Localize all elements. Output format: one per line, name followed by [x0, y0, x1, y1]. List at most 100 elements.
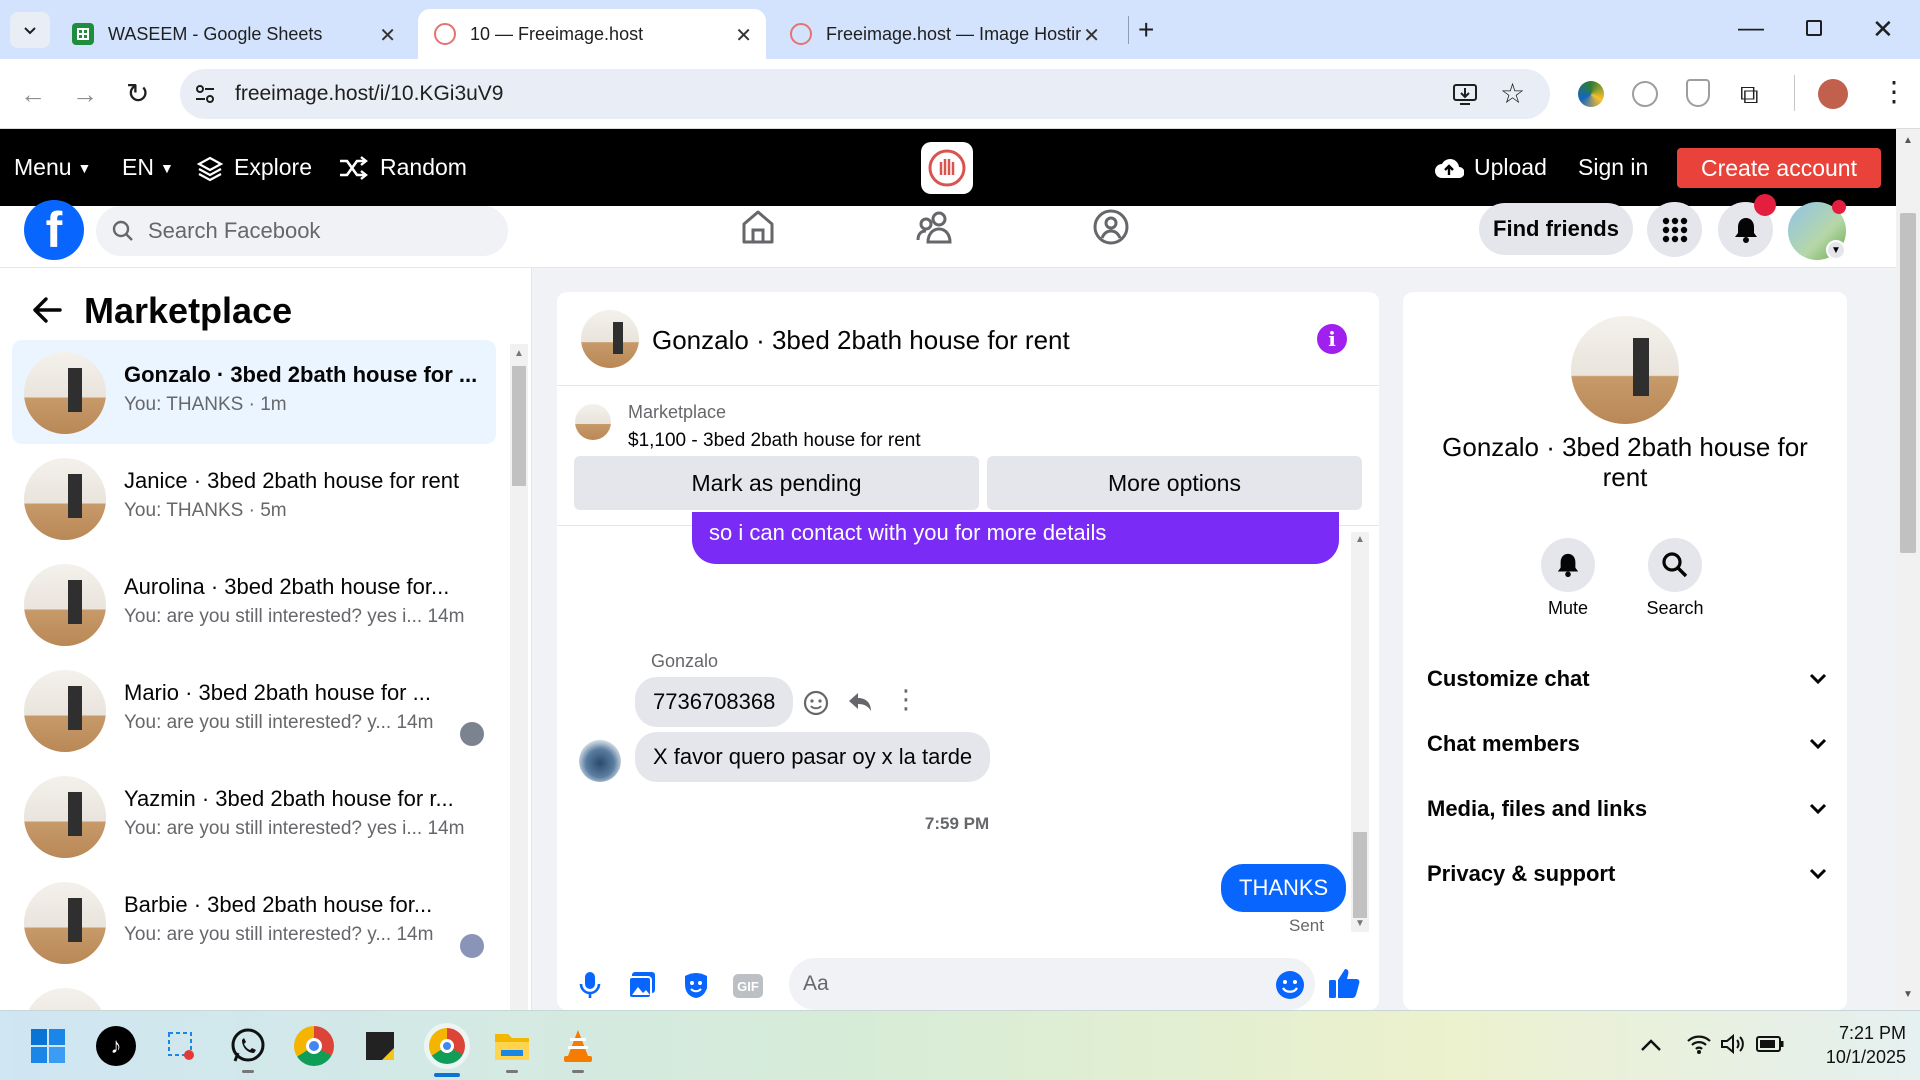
privacy-support-section[interactable]: Privacy & support — [1427, 861, 1827, 887]
reply-icon[interactable] — [847, 690, 873, 714]
emoji-icon[interactable] — [1275, 970, 1305, 1000]
media-files-links-section[interactable]: Media, files and links — [1427, 796, 1827, 822]
chat-members-section[interactable]: Chat members — [1427, 731, 1827, 757]
tab-freeimage[interactable]: 10 — Freeimage.host ✕ — [418, 9, 766, 59]
minimize-icon[interactable]: — — [1738, 12, 1764, 43]
page-scrollbar[interactable]: ▲ ▼ — [1896, 129, 1920, 1010]
battery-icon[interactable] — [1756, 1036, 1784, 1052]
extension-web-icon[interactable] — [1632, 81, 1658, 107]
gif-icon[interactable]: GIF — [733, 974, 763, 998]
tab-search-button[interactable] — [10, 12, 50, 48]
home-icon[interactable] — [740, 208, 776, 246]
freeimage-logo[interactable] — [921, 142, 973, 194]
close-icon[interactable]: ✕ — [379, 23, 396, 48]
omnibox[interactable]: freeimage.host/i/10.KGi3uV9 ☆ — [180, 69, 1550, 119]
sticker-icon[interactable] — [681, 970, 711, 1000]
file-explorer-icon[interactable] — [492, 1026, 532, 1073]
scroll-up-arrow-icon[interactable]: ▲ — [1355, 534, 1365, 545]
like-thumb-icon[interactable] — [1327, 966, 1361, 1000]
upload-link[interactable]: Upload — [1434, 129, 1547, 206]
customize-chat-section[interactable]: Customize chat — [1427, 666, 1827, 692]
chat-scrollbar-thumb[interactable] — [1353, 832, 1367, 918]
chrome-menu-icon[interactable]: ⋮ — [1880, 75, 1908, 108]
mute-button[interactable] — [1541, 538, 1595, 592]
close-icon[interactable]: ✕ — [735, 23, 752, 48]
chevron-up-icon[interactable] — [1640, 1038, 1662, 1052]
details-listing-avatar[interactable] — [1571, 316, 1679, 424]
page-scrollbar-thumb[interactable] — [1900, 213, 1916, 553]
scroll-down-arrow-icon[interactable]: ▼ — [1903, 989, 1913, 1000]
chat-title[interactable]: Gonzalo · 3bed 2bath house for rent — [652, 325, 1070, 356]
facebook-search-input[interactable]: Search Facebook — [96, 206, 508, 256]
menu-dropdown[interactable]: Menu ▼ — [14, 129, 91, 206]
more-vertical-icon[interactable]: ⋮ — [893, 684, 919, 715]
close-icon[interactable]: ✕ — [1083, 23, 1100, 48]
scroll-up-arrow-icon[interactable]: ▲ — [514, 348, 524, 359]
search-conversation-button[interactable] — [1648, 538, 1702, 592]
install-app-icon[interactable] — [1452, 82, 1478, 106]
mark-as-pending-button[interactable]: Mark as pending — [574, 456, 979, 510]
snipping-tool-icon[interactable] — [162, 1026, 202, 1066]
language-dropdown[interactable]: EN ▼ — [122, 129, 174, 206]
listing-price[interactable]: $1,100 - 3bed 2bath house for rent — [628, 430, 921, 452]
vlc-icon[interactable] — [558, 1026, 598, 1073]
explore-link[interactable]: Explore — [196, 129, 312, 206]
conversation-item-janice[interactable]: Janice · 3bed 2bath house for rent You: … — [12, 446, 496, 550]
wifi-icon[interactable] — [1686, 1033, 1712, 1055]
chat-listing-avatar[interactable] — [581, 310, 639, 368]
conversation-item-barbie[interactable]: Barbie · 3bed 2bath house for... You: ar… — [12, 870, 496, 974]
tab-freeimage-hosting[interactable]: Freeimage.host — Image Hostir ✕ — [774, 9, 1114, 59]
scroll-down-arrow-icon[interactable]: ▼ — [1355, 918, 1365, 929]
react-emoji-icon[interactable] — [803, 690, 829, 716]
facebook-logo-icon[interactable]: f — [24, 200, 84, 260]
outgoing-message-bubble[interactable]: so i can contact with you for more detai… — [692, 512, 1339, 564]
create-account-button[interactable]: Create account — [1677, 148, 1881, 188]
chrome-active-icon[interactable] — [424, 1023, 470, 1077]
bookmark-star-icon[interactable]: ☆ — [1500, 77, 1525, 110]
forward-arrow-icon[interactable]: → — [72, 79, 98, 110]
reload-icon[interactable]: ↻ — [126, 77, 149, 110]
windows-start-icon[interactable] — [28, 1026, 68, 1066]
tiktok-icon[interactable]: ♪ — [96, 1026, 136, 1066]
whatsapp-icon[interactable] — [228, 1026, 268, 1073]
notifications-button[interactable] — [1718, 194, 1776, 257]
conversation-item-aurolina[interactable]: Aurolina · 3bed 2bath house for... You: … — [12, 552, 496, 656]
chrome-profile-icon[interactable] — [294, 1026, 334, 1066]
url-text[interactable]: freeimage.host/i/10.KGi3uV9 — [235, 82, 504, 106]
extensions-puzzle-icon[interactable]: ⧉ — [1740, 79, 1759, 111]
info-icon[interactable]: i — [1317, 324, 1347, 354]
menu-grid-button[interactable] — [1647, 202, 1702, 257]
sender-avatar[interactable] — [579, 740, 621, 782]
extension-globe-icon[interactable] — [1578, 81, 1604, 107]
window-close-icon[interactable]: ✕ — [1872, 14, 1894, 45]
random-link[interactable]: Random — [338, 129, 467, 206]
microphone-icon[interactable] — [579, 970, 601, 1000]
new-tab-plus-icon[interactable]: + — [1138, 14, 1154, 46]
find-friends-button[interactable]: Find friends — [1479, 203, 1633, 255]
conversation-item-yazmin[interactable]: Yazmin · 3bed 2bath house for r... You: … — [12, 764, 496, 868]
tab-google-sheets[interactable]: WASEEM - Google Sheets ✕ — [56, 9, 410, 59]
spanish-message-bubble[interactable]: X favor quero pasar oy x la tarde — [635, 732, 991, 782]
friends-icon[interactable] — [916, 208, 954, 246]
back-arrow-icon[interactable]: ← — [20, 79, 46, 110]
system-clock[interactable]: 7:21 PM 10/1/2025 — [1796, 1021, 1906, 1069]
listing-thumbnail[interactable] — [575, 404, 611, 440]
volume-icon[interactable] — [1720, 1033, 1746, 1055]
back-arrow-icon[interactable] — [32, 296, 62, 324]
phone-message-bubble[interactable]: 7736708368 — [635, 677, 794, 727]
groups-icon[interactable] — [1092, 208, 1130, 246]
sticky-notes-icon[interactable] — [360, 1026, 400, 1066]
restore-icon[interactable] — [1806, 20, 1822, 36]
conversation-item-gonzalo[interactable]: Gonzalo · 3bed 2bath house for ... You: … — [12, 340, 496, 444]
list-scrollbar[interactable]: ▲ — [510, 344, 528, 1010]
list-scrollbar-thumb[interactable] — [512, 366, 526, 486]
account-avatar[interactable]: ▼ — [1788, 200, 1846, 260]
conversation-item-mario[interactable]: Mario · 3bed 2bath house for ... You: ar… — [12, 658, 496, 762]
site-settings-icon[interactable] — [194, 83, 216, 105]
profile-avatar[interactable] — [1818, 79, 1848, 109]
sign-in-link[interactable]: Sign in — [1578, 129, 1648, 206]
scroll-up-arrow-icon[interactable]: ▲ — [1903, 135, 1913, 146]
thanks-message-bubble[interactable]: THANKS — [1221, 864, 1347, 912]
message-input[interactable]: Aa — [789, 958, 1315, 1010]
extension-shield-icon[interactable] — [1686, 79, 1710, 107]
